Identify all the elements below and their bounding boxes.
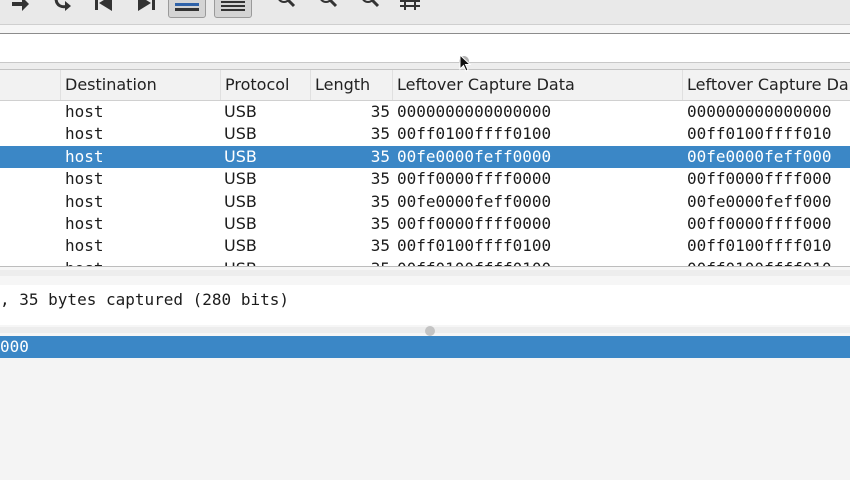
cell-leftover-data-2: 00ff0100ffff010 [687, 124, 832, 144]
cell-length: 35 [370, 191, 390, 211]
packet-list-header: Destination Protocol Length Leftover Cap… [0, 70, 850, 101]
mouse-cursor-icon [458, 53, 474, 74]
cell-protocol: USB [224, 258, 304, 266]
column-header-protocol[interactable]: Protocol [220, 70, 310, 100]
bytes-selected-text: 000 [0, 337, 29, 356]
cell-leftover-data-2: 00ff0000ffff000 [687, 169, 832, 189]
cell-protocol: USB [224, 102, 257, 121]
cell-protocol: USB [224, 236, 257, 256]
cell-leftover-data-2: 00ff0100ffff010 [687, 258, 850, 266]
cell-length: 35 [370, 236, 390, 256]
cell-destination: host [65, 258, 215, 266]
splitter-handle-bytes[interactable] [425, 326, 435, 336]
table-row[interactable]: host USB 35 00ff0000ffff0000 00ff0000fff… [0, 168, 850, 190]
cell-leftover-data: 00ff0100ffff0100 [397, 236, 552, 256]
column-header-leftover-capture-data[interactable]: Leftover Capture Data [392, 70, 682, 100]
cell-protocol: USB [224, 124, 257, 144]
cell-destination: host [65, 236, 104, 256]
cell-length: 35 [370, 214, 390, 233]
first-packet-icon[interactable] [90, 0, 118, 18]
last-packet-icon[interactable] [132, 0, 160, 18]
cell-length: 35 [370, 124, 390, 144]
cell-destination: host [65, 146, 104, 166]
cell-leftover-data-2: 00fe0000feff000 [687, 146, 832, 166]
cell-protocol: USB [224, 146, 257, 166]
cell-leftover-data: 00fe0000feff0000 [397, 191, 552, 211]
pane-splitter-bytes[interactable] [0, 326, 850, 336]
cell-leftover-data: 00fe0000feff0000 [397, 146, 552, 166]
cell-destination: host [65, 214, 104, 233]
cell-protocol: USB [224, 169, 257, 189]
cell-leftover-data: 00ff0100ffff0100 [397, 124, 552, 144]
cell-length: 35 [310, 258, 390, 266]
column-header-destination[interactable]: Destination [60, 70, 220, 100]
packet-bytes-pane[interactable]: 000 [0, 336, 850, 480]
bytes-selected-line[interactable]: 000 [0, 336, 850, 358]
zoom-normal-icon[interactable] [356, 0, 384, 18]
cell-leftover-data-2: 00ff0100ffff010 [687, 236, 832, 256]
cell-leftover-data-2: 000000000000000 [687, 102, 832, 121]
cell-length: 35 [370, 102, 390, 121]
cell-leftover-data-2: 00ff0000ffff000 [687, 214, 832, 233]
cell-destination: host [65, 169, 104, 189]
table-row[interactable]: host USB 35 00ff0100ffff0100 00ff0100fff… [0, 258, 850, 266]
cell-destination: host [65, 191, 104, 211]
resize-columns-icon[interactable] [396, 0, 424, 18]
cell-leftover-data-2: 00fe0000feff000 [687, 191, 832, 211]
cell-protocol: USB [224, 214, 257, 233]
table-row[interactable]: host USB 35 00ff0100ffff0100 00ff0100fff… [0, 235, 850, 257]
cell-length: 35 [370, 146, 390, 166]
display-filter-input[interactable] [0, 33, 850, 63]
packet-list[interactable]: Destination Protocol Length Leftover Cap… [0, 69, 850, 267]
cell-leftover-data: 00ff0000ffff0000 [397, 214, 552, 233]
table-row[interactable]: host USB 35 00fe0000feff0000 00fe0000fef… [0, 191, 850, 213]
table-row-selected[interactable]: host USB 35 00fe0000feff0000 00fe0000fef… [0, 145, 850, 169]
frame-summary-line[interactable]: , 35 bytes captured (280 bits) [0, 289, 289, 311]
cell-leftover-data: 00ff0100ffff0100 [397, 258, 677, 266]
main-toolbar [0, 0, 850, 25]
cell-protocol: USB [224, 191, 257, 211]
cell-leftover-data: 0000000000000000 [397, 102, 552, 121]
zoom-in-icon[interactable] [272, 0, 300, 18]
zoom-out-icon[interactable] [314, 0, 342, 18]
column-header-leftover-capture-data-2[interactable]: Leftover Capture Da [682, 70, 850, 100]
cell-length: 35 [370, 169, 390, 189]
colorize-icon[interactable] [214, 0, 252, 18]
cell-leftover-data: 00ff0000ffff0000 [397, 169, 552, 189]
table-row[interactable]: host USB 35 00ff0000ffff0000 00ff0000fff… [0, 213, 850, 235]
autoscroll-icon[interactable] [168, 0, 206, 18]
table-row[interactable]: host USB 35 00ff0100ffff0100 00ff0100fff… [0, 123, 850, 145]
cell-destination: host [65, 124, 104, 144]
table-row[interactable]: host USB 35 0000000000000000 00000000000… [0, 101, 850, 123]
packet-details-pane[interactable]: , 35 bytes captured (280 bits) [0, 285, 850, 325]
cell-destination: host [65, 102, 104, 121]
column-header-length[interactable]: Length [310, 70, 392, 100]
go-to-packet-icon[interactable] [48, 0, 76, 18]
pane-splitter-details[interactable] [0, 270, 850, 276]
go-forward-icon[interactable] [6, 0, 34, 18]
